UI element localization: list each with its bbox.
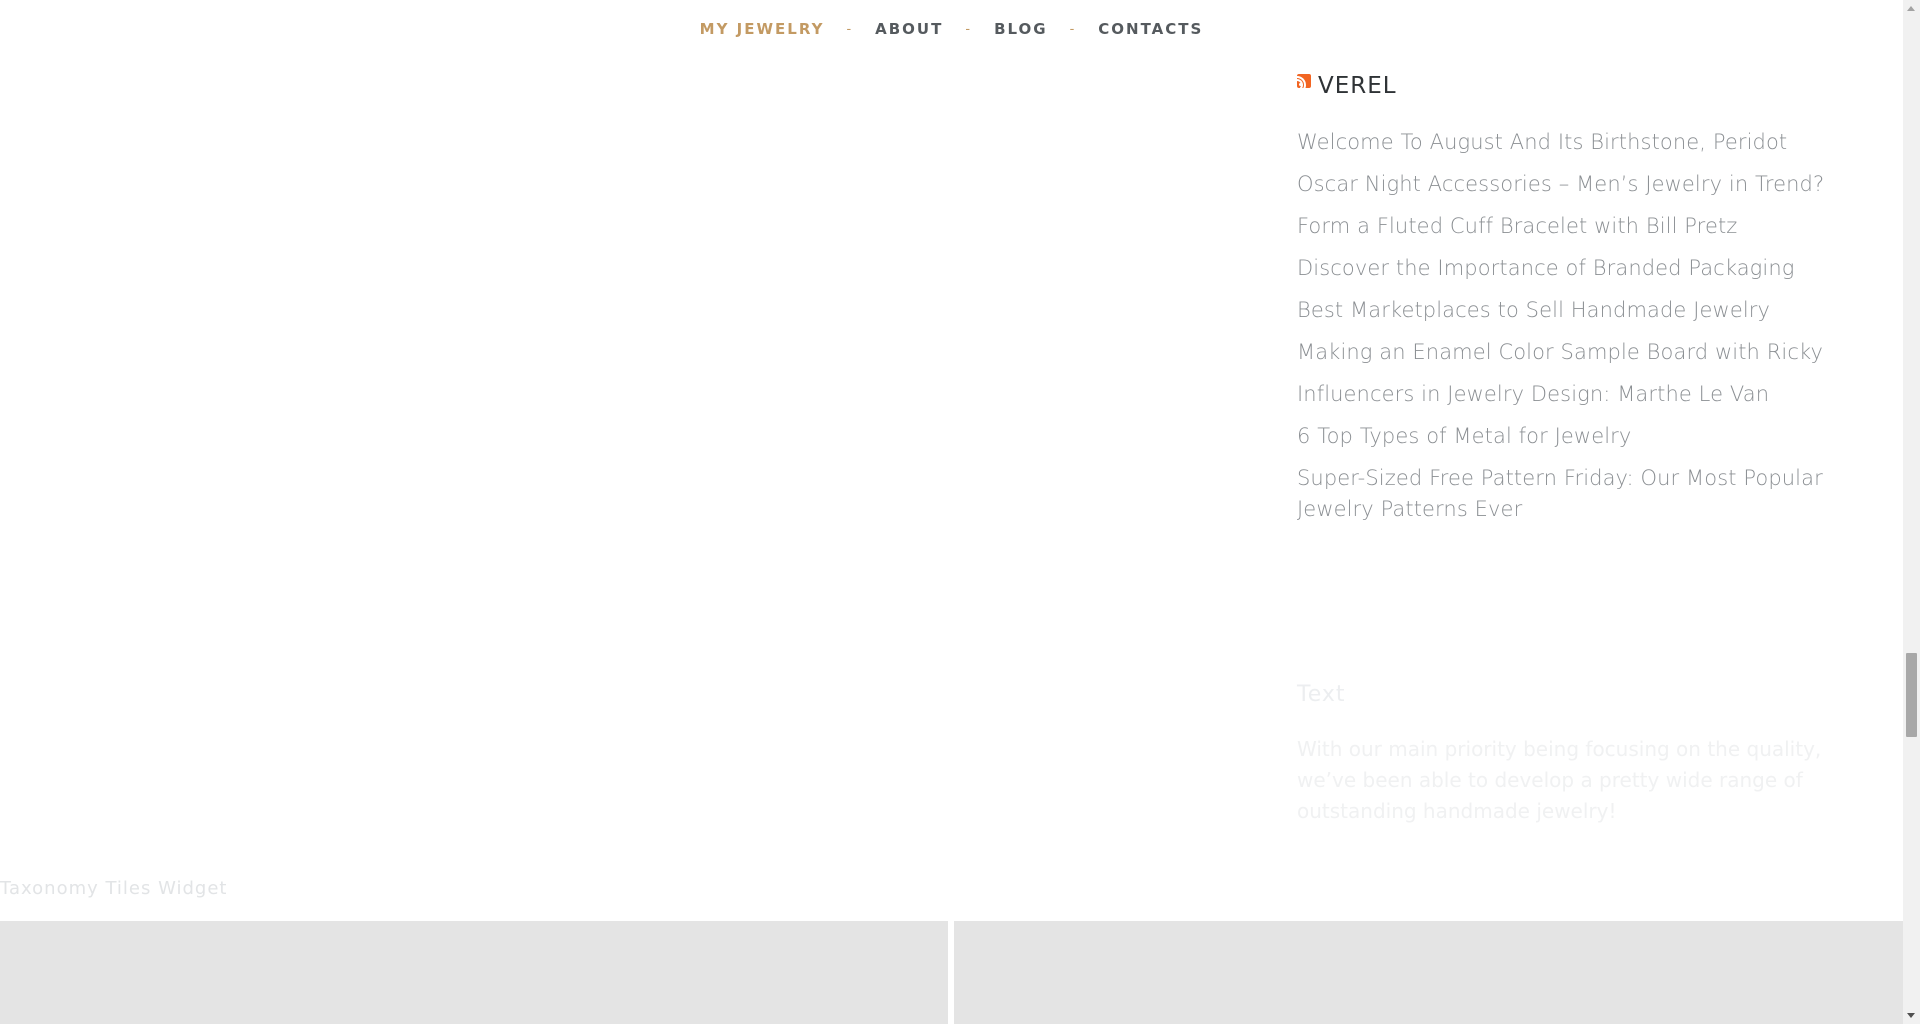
rss-icon[interactable] bbox=[1297, 74, 1311, 88]
nav-item-about[interactable]: ABOUT bbox=[875, 20, 943, 38]
rss-feed-link[interactable]: Super-Sized Free Pattern Friday: Our Mos… bbox=[1297, 463, 1837, 525]
rss-feed-link[interactable]: Discover the Importance of Branded Packa… bbox=[1297, 253, 1837, 284]
rss-feed-link[interactable]: Welcome To August And Its Birthstone, Pe… bbox=[1297, 127, 1837, 158]
list-item: Making an Enamel Color Sample Board with… bbox=[1297, 337, 1837, 368]
vertical-scrollbar[interactable] bbox=[1903, 0, 1920, 1024]
taxonomy-tile[interactable] bbox=[0, 921, 948, 1024]
taxonomy-tile[interactable] bbox=[954, 921, 1903, 1024]
list-item: 6 Top Types of Metal for Jewelry bbox=[1297, 421, 1837, 452]
rss-feed-link[interactable]: 6 Top Types of Metal for Jewelry bbox=[1297, 421, 1837, 452]
rss-widget-header: VEREL bbox=[1297, 73, 1397, 99]
page: MY JEWELRY - ABOUT - BLOG - CONTACTS VER… bbox=[0, 0, 1903, 1024]
nav-item-blog[interactable]: BLOG bbox=[994, 20, 1048, 38]
text-widget-title: Text bbox=[1297, 682, 1346, 707]
nav-item-contacts[interactable]: CONTACTS bbox=[1098, 20, 1203, 38]
taxonomy-widget-title: Taxonomy Tiles Widget bbox=[0, 878, 228, 899]
rss-feed-link[interactable]: Making an Enamel Color Sample Board with… bbox=[1297, 337, 1837, 368]
list-item: Oscar Night Accessories – Men’s Jewelry … bbox=[1297, 169, 1837, 200]
rss-feed-link[interactable]: Oscar Night Accessories – Men’s Jewelry … bbox=[1297, 169, 1837, 200]
rss-feed-link[interactable]: Influencers in Jewelry Design: Marthe Le… bbox=[1297, 379, 1837, 410]
text-widget-body: With our main priority being focusing on… bbox=[1297, 737, 1822, 823]
list-item: Best Marketplaces to Sell Handmade Jewel… bbox=[1297, 295, 1837, 326]
list-item: Discover the Importance of Branded Packa… bbox=[1297, 253, 1837, 284]
list-item: Influencers in Jewelry Design: Marthe Le… bbox=[1297, 379, 1837, 410]
main-navigation: MY JEWELRY - ABOUT - BLOG - CONTACTS bbox=[0, 20, 1903, 38]
scroll-up-icon[interactable] bbox=[1907, 6, 1915, 11]
list-item: Form a Fluted Cuff Bracelet with Bill Pr… bbox=[1297, 211, 1837, 242]
rss-feed-list: Welcome To August And Its Birthstone, Pe… bbox=[1297, 127, 1837, 536]
list-item: Super-Sized Free Pattern Friday: Our Mos… bbox=[1297, 463, 1837, 525]
rss-feed-link[interactable]: Form a Fluted Cuff Bracelet with Bill Pr… bbox=[1297, 211, 1837, 242]
nav-item-my-jewelry[interactable]: MY JEWELRY bbox=[700, 20, 825, 38]
list-item: Welcome To August And Its Birthstone, Pe… bbox=[1297, 127, 1837, 158]
rss-widget-title[interactable]: VEREL bbox=[1318, 73, 1397, 99]
rss-feed-link[interactable]: Best Marketplaces to Sell Handmade Jewel… bbox=[1297, 295, 1837, 326]
nav-separator: - bbox=[965, 21, 973, 37]
scroll-down-icon[interactable] bbox=[1907, 1013, 1915, 1018]
nav-separator: - bbox=[1069, 21, 1077, 37]
nav-separator: - bbox=[846, 21, 854, 37]
scrollbar-thumb[interactable] bbox=[1906, 653, 1917, 737]
